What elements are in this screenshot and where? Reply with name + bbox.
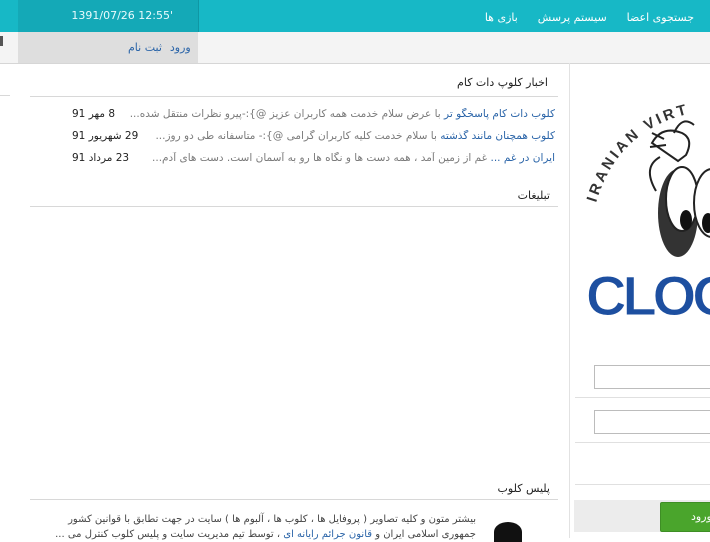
main-nav: جستجوی اعضا سیستم پرسش بازی ها: [485, 11, 694, 24]
news-item[interactable]: ایران در غم ... غم از زمین آمد ، همه دست…: [30, 152, 555, 168]
password-input[interactable]: [594, 410, 710, 434]
nav-games[interactable]: بازی ها: [485, 11, 518, 24]
site-logo: IRANIAN VIRT CLOO: [582, 95, 710, 335]
auth-box: ورود ثبت نام: [18, 32, 198, 63]
ads-title-underline: [30, 206, 558, 207]
news-section-title: اخبار کلوپ دات کام: [457, 76, 548, 89]
computer-crimes-law-link[interactable]: قانون جرائم رایانه ای: [283, 529, 372, 540]
news-item-date: 29 شهریور 91: [72, 130, 139, 142]
logo-main-text: CLOO: [586, 264, 710, 327]
left-divider: [0, 95, 10, 96]
login-button[interactable]: ورود: [660, 502, 710, 532]
register-link[interactable]: ثبت نام: [128, 41, 162, 54]
news-item-snippet: با سلام خدمت کلیه کاربران گرامی @}:- متا…: [155, 130, 441, 142]
news-item-snippet: با عرض سلام خدمت همه کاربران عزیز @}:-پی…: [129, 108, 445, 120]
police-avatar-icon: [494, 522, 522, 542]
police-line-1: بیشتر متون و کلیه تصاویر ( پروفایل ها ، …: [68, 514, 476, 525]
sidebar-divider: [575, 484, 710, 485]
sidebar-divider: [575, 442, 710, 443]
news-item-date: 8 مهر 91: [72, 108, 115, 120]
nav-question-system[interactable]: سیستم پرسش: [538, 11, 607, 24]
news-item-date: 23 مرداد 91: [72, 152, 130, 164]
police-line-2a: جمهوری اسلامی ایران و: [372, 529, 476, 540]
news-item-title[interactable]: کلوب دات کام پاسخگو تر: [444, 108, 555, 120]
top-datetime-box: 1391/07/26 12:55': [18, 0, 199, 32]
username-input[interactable]: [594, 365, 710, 389]
column-divider: [569, 63, 570, 538]
police-title-underline: [30, 499, 558, 500]
ads-section-title: تبلیغات: [517, 189, 550, 202]
news-item-title[interactable]: ایران در غم ...: [490, 152, 555, 164]
police-line-2: جمهوری اسلامی ایران و قانون جرائم رایانه…: [30, 527, 476, 542]
nav-member-search[interactable]: جستجوی اعضا: [627, 11, 694, 24]
current-datetime: 1391/07/26 12:55': [71, 9, 173, 22]
top-bar: 1391/07/26 12:55' جستجوی اعضا سیستم پرسش…: [0, 0, 710, 32]
news-item-snippet: غم از زمین آمد ، همه دست ها و نگاه ها رو…: [152, 152, 491, 164]
news-item-title[interactable]: کلوب همچنان مانند گذشته: [440, 130, 555, 142]
police-section-title: پلیس کلوب: [497, 482, 550, 495]
news-title-underline: [30, 96, 558, 97]
left-edge-mark: [0, 36, 3, 46]
police-line-2b: ، توسط تیم مدیریت سایت و پلیس کلوب کنترل…: [55, 529, 284, 540]
news-item[interactable]: کلوب همچنان مانند گذشته با سلام خدمت کلی…: [30, 130, 555, 146]
login-link[interactable]: ورود: [170, 41, 191, 54]
news-item[interactable]: کلوب دات کام پاسخگو تر با عرض سلام خدمت …: [30, 108, 555, 124]
sidebar-divider: [575, 397, 710, 398]
